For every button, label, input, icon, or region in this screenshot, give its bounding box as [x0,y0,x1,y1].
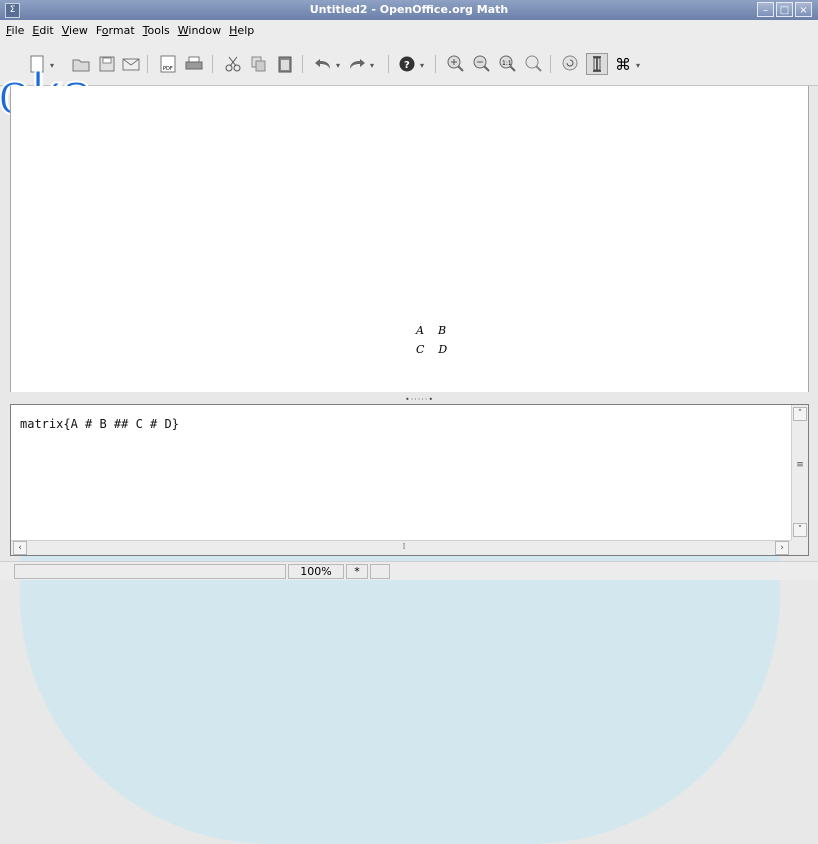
formula-command-text[interactable]: matrix{A # B ## C # D} [20,417,179,431]
status-extra [370,564,390,579]
menu-tools[interactable]: Tools [143,24,170,37]
formula-preview[interactable]: A B C D [10,86,809,392]
scroll-right-icon[interactable]: › [775,541,789,555]
svg-text:PDF: PDF [163,66,173,72]
status-message [14,564,286,579]
copy-icon[interactable] [248,53,270,75]
zoom-100-icon[interactable]: 1:1 [497,53,519,75]
menu-bar: File Edit View Format Tools Window Help [0,20,818,41]
status-bar: 100% * [0,561,818,580]
help-icon[interactable]: ? [396,53,418,75]
pane-splitter[interactable]: •·····• [10,392,809,404]
zoom-out-icon[interactable] [471,53,493,75]
menu-view[interactable]: View [62,24,88,37]
matrix-cell: C [416,343,425,356]
export-pdf-icon[interactable]: PDF [157,53,179,75]
menu-file[interactable]: File [6,24,24,37]
svg-text:1:1: 1:1 [502,60,512,67]
save-icon[interactable] [96,53,118,75]
scroll-corner [791,540,808,555]
zoom-level[interactable]: 100% [288,564,344,579]
scroll-up-icon[interactable]: ˄ [793,407,807,421]
svg-text:?: ? [404,60,410,71]
help-dropdown-icon[interactable]: ▾ [420,61,427,70]
zoom-in-icon[interactable] [445,53,467,75]
scroll-left-icon[interactable]: ‹ [13,541,27,555]
maximize-icon[interactable]: □ [776,2,793,17]
standard-toolbar: ▾ PDF ▾ ▾ ? ▾ 1:1 ⌘ ▾ [0,41,818,86]
redo-icon[interactable] [346,53,368,75]
matrix-cell: B [437,324,447,337]
title-bar: Σ Untitled2 - OpenOffice.org Math – □ × [0,0,818,20]
hscroll-thumb-grip-icon[interactable]: ⁞ [397,541,411,555]
matrix-cell: D [438,343,448,356]
minimize-icon[interactable]: – [757,2,774,17]
undo-icon[interactable] [312,53,334,75]
scroll-down-icon[interactable]: ˅ [793,523,807,537]
vertical-scrollbar[interactable]: ˄ ≡ ˅ [791,405,808,540]
show-all-icon[interactable] [523,53,545,75]
scroll-thumb-grip-icon[interactable]: ≡ [793,459,807,473]
formula-editor[interactable]: matrix{A # B ## C # D} ˄ ≡ ˅ ‹ ⁞ › [10,404,809,556]
modified-indicator: * [346,564,368,579]
symbols-icon[interactable]: ⌘ [612,53,634,75]
menu-format[interactable]: Format [96,24,135,37]
email-icon[interactable] [120,53,142,75]
cut-icon[interactable] [222,53,244,75]
splitter-grip-icon[interactable]: •·····• [405,395,434,404]
menu-edit[interactable]: Edit [32,24,53,37]
window-title: Untitled2 - OpenOffice.org Math [309,3,509,16]
horizontal-scrollbar[interactable]: ‹ ⁞ › [11,540,792,555]
redo-dropdown-icon[interactable]: ▾ [370,61,377,70]
formula-cursor-icon[interactable] [586,53,608,75]
undo-dropdown-icon[interactable]: ▾ [336,61,343,70]
toolbar-options-icon[interactable]: ▾ [636,61,643,70]
close-icon[interactable]: × [795,2,812,17]
matrix-cell: A [416,324,424,337]
menu-window[interactable]: Window [178,24,221,37]
paste-icon[interactable] [274,53,296,75]
rendered-matrix: A B C D [416,321,476,359]
update-icon[interactable] [560,53,582,75]
menu-help[interactable]: Help [229,24,254,37]
print-icon[interactable] [183,53,205,75]
